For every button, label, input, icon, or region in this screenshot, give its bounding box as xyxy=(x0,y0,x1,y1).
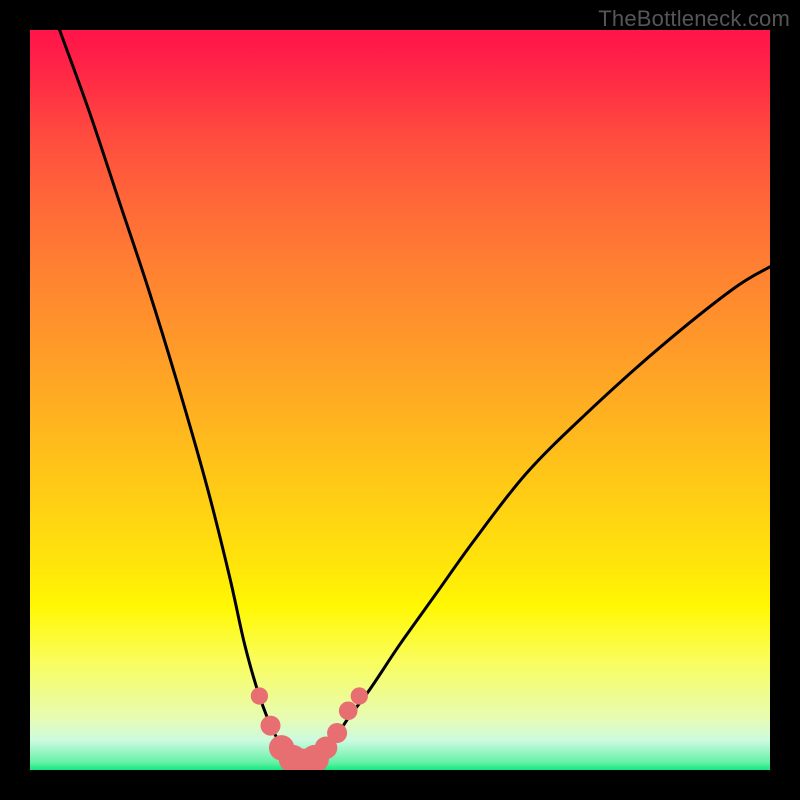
curve-right xyxy=(319,267,770,755)
plot-area xyxy=(30,30,770,770)
curves-svg xyxy=(30,30,770,770)
data-dot xyxy=(261,716,281,736)
watermark-text: TheBottleneck.com xyxy=(598,6,790,32)
curve-left xyxy=(60,30,289,755)
data-dot xyxy=(327,723,347,743)
data-dot xyxy=(351,687,368,704)
chart-frame: TheBottleneck.com xyxy=(0,0,800,800)
data-dot xyxy=(251,687,268,704)
data-dot xyxy=(339,701,358,720)
